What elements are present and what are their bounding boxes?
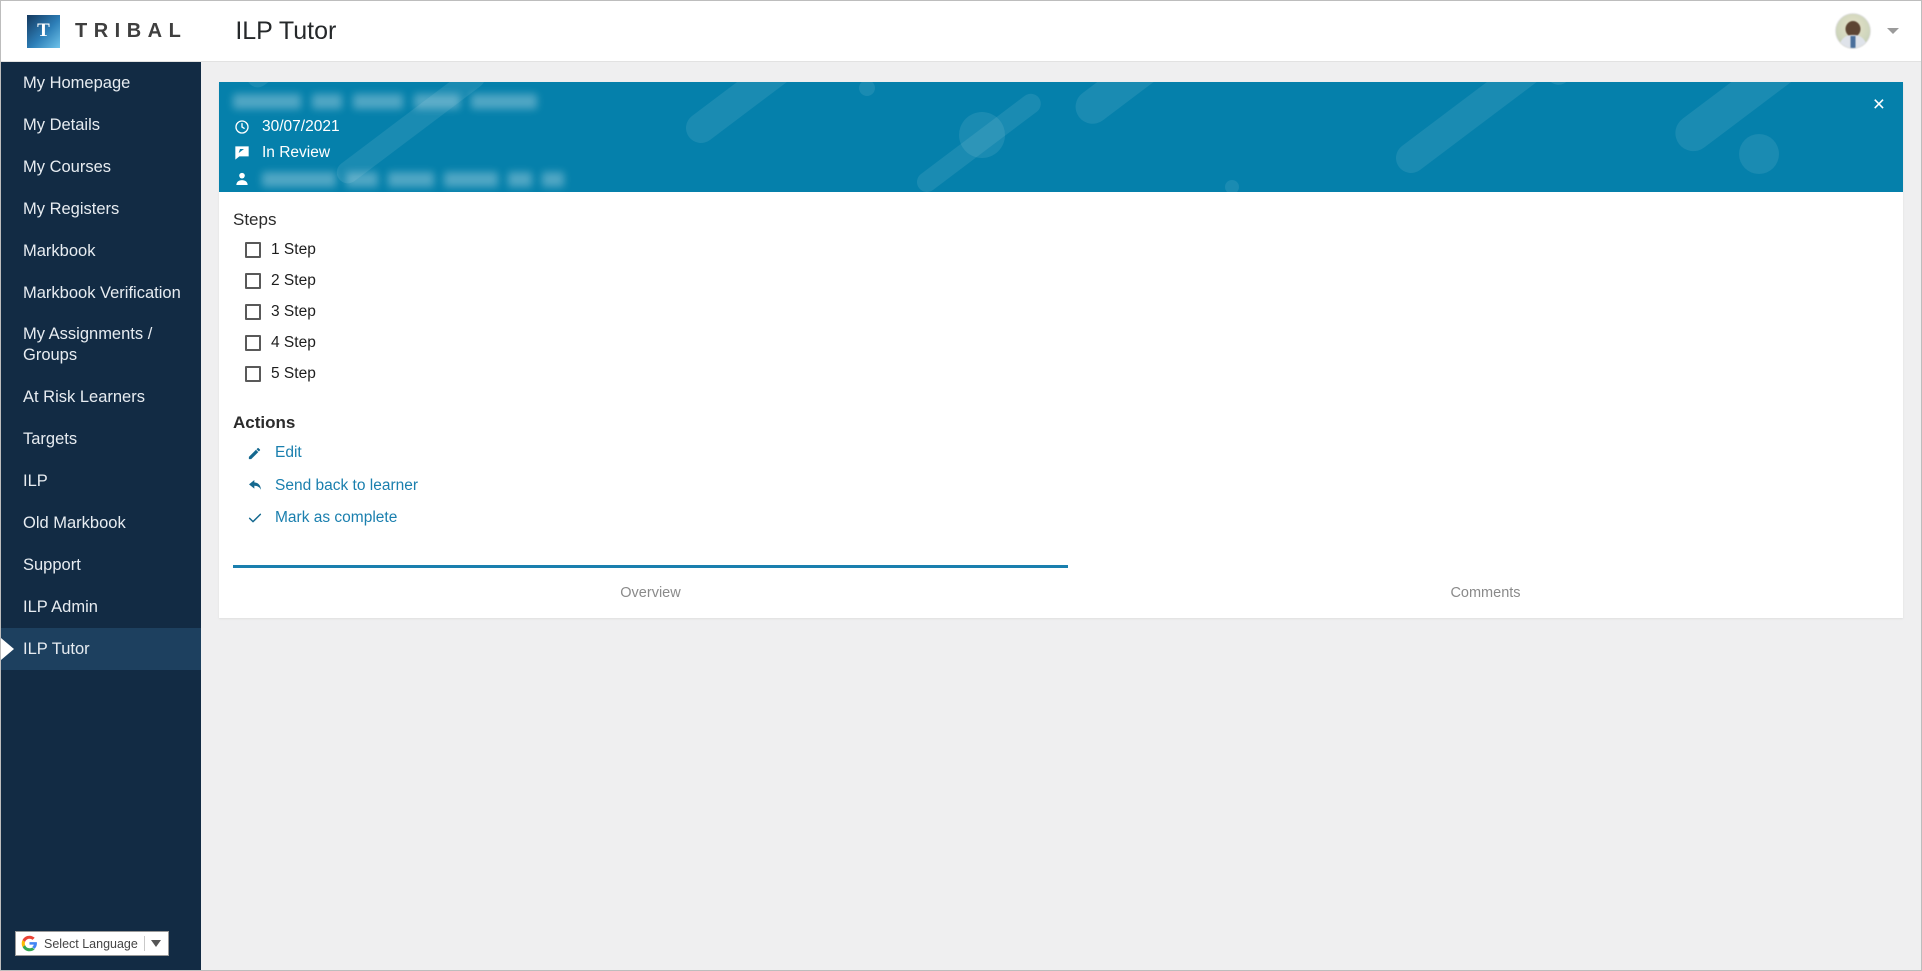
action-send-back-to-learner[interactable]: Send back to learner bbox=[246, 470, 1903, 503]
banner-content: 30/07/2021 In Review bbox=[219, 82, 1903, 189]
banner-title-redacted bbox=[233, 91, 1903, 111]
chevron-down-icon[interactable] bbox=[1887, 28, 1899, 34]
sidebar-item-ilp-admin[interactable]: ILP Admin bbox=[1, 586, 201, 628]
banner-learner-redacted bbox=[262, 171, 564, 187]
sidebar-item-markbook-verification[interactable]: Markbook Verification bbox=[1, 272, 201, 314]
page-title: ILP Tutor bbox=[235, 16, 337, 45]
tab-comments[interactable]: Comments bbox=[1068, 564, 1903, 618]
sidebar-item-label: Markbook bbox=[23, 241, 96, 260]
sidebar-item-my-assignments-groups[interactable]: My Assignments / Groups bbox=[1, 314, 201, 376]
clock-icon bbox=[233, 118, 251, 136]
ilp-banner: × 30/07/2021 In Review bbox=[219, 82, 1903, 192]
sidebar-item-support[interactable]: Support bbox=[1, 544, 201, 586]
step-item[interactable]: 2 Step bbox=[245, 265, 1903, 296]
step-checkbox-4[interactable] bbox=[245, 334, 261, 351]
step-checkbox-2[interactable] bbox=[245, 272, 261, 289]
pencil-icon bbox=[246, 445, 263, 462]
step-checkbox-3[interactable] bbox=[245, 303, 261, 320]
tab-overview[interactable]: Overview bbox=[233, 564, 1068, 618]
chevron-down-icon[interactable] bbox=[150, 940, 161, 947]
step-label[interactable]: 2 Step bbox=[271, 272, 316, 290]
sidebar-item-my-homepage[interactable]: My Homepage bbox=[1, 62, 201, 104]
step-checkbox-1[interactable] bbox=[245, 241, 261, 258]
review-flag-icon bbox=[233, 144, 251, 162]
action-label[interactable]: Mark as complete bbox=[275, 509, 397, 527]
step-item[interactable]: 5 Step bbox=[245, 358, 1903, 389]
sidebar-item-label: My Assignments / Groups bbox=[23, 325, 153, 364]
sidebar-item-label: Old Markbook bbox=[23, 513, 126, 532]
action-edit[interactable]: Edit bbox=[246, 437, 1903, 470]
tab-label: Overview bbox=[620, 584, 681, 601]
sidebar-item-old-markbook[interactable]: Old Markbook bbox=[1, 502, 201, 544]
translate-separator bbox=[143, 936, 145, 951]
action-label[interactable]: Send back to learner bbox=[275, 477, 418, 495]
sidebar-item-label: ILP Tutor bbox=[23, 639, 90, 658]
close-icon[interactable]: × bbox=[1869, 92, 1889, 117]
avatar-tie bbox=[1850, 36, 1856, 48]
step-checkbox-5[interactable] bbox=[245, 365, 261, 382]
step-label[interactable]: 1 Step bbox=[271, 241, 316, 259]
sidebar-item-label: At Risk Learners bbox=[23, 387, 145, 406]
step-item[interactable]: 4 Step bbox=[245, 327, 1903, 358]
top-header-bar: T TRIBAL ILP Tutor bbox=[1, 1, 1921, 62]
application-window: T TRIBAL ILP Tutor My Homepage My Detail… bbox=[0, 0, 1922, 971]
steps-list: 1 Step 2 Step 3 Step 4 Step 5 Step bbox=[233, 234, 1903, 389]
sidebar-item-my-registers[interactable]: My Registers bbox=[1, 188, 201, 230]
banner-date: 30/07/2021 bbox=[262, 118, 340, 135]
card-body: Steps 1 Step 2 Step 3 Step 4 Step 5 Step… bbox=[219, 192, 1903, 618]
main-content-area: × 30/07/2021 In Review Steps 1 Step 2 St… bbox=[201, 62, 1921, 970]
banner-date-row: 30/07/2021 bbox=[233, 117, 1903, 137]
avatar[interactable] bbox=[1835, 13, 1871, 49]
banner-learner-row bbox=[233, 169, 1903, 189]
sidebar-item-my-details[interactable]: My Details bbox=[1, 104, 201, 146]
banner-status: In Review bbox=[262, 144, 331, 161]
step-item[interactable]: 1 Step bbox=[245, 234, 1903, 265]
google-translate-widget[interactable]: Select Language bbox=[15, 931, 169, 956]
actions-list: Edit Send back to learner Mark as comple… bbox=[233, 437, 1903, 535]
sidebar-item-targets[interactable]: Targets bbox=[1, 418, 201, 460]
actions-heading: Actions bbox=[233, 413, 296, 432]
step-item[interactable]: 3 Step bbox=[245, 296, 1903, 327]
tab-bar: Overview Comments bbox=[233, 564, 1903, 618]
sidebar-item-at-risk-learners[interactable]: At Risk Learners bbox=[1, 376, 201, 418]
sidebar-item-label: My Registers bbox=[23, 199, 120, 218]
action-label[interactable]: Edit bbox=[275, 444, 302, 462]
header-right-controls bbox=[1835, 13, 1899, 49]
banner-status-row: In Review bbox=[233, 143, 1903, 163]
brand-name: TRIBAL bbox=[75, 19, 188, 42]
sidebar-item-ilp-tutor[interactable]: ILP Tutor bbox=[1, 628, 201, 670]
sidebar-item-label: Targets bbox=[23, 429, 78, 448]
sidebar-item-ilp[interactable]: ILP bbox=[1, 460, 201, 502]
sidebar-item-label: My Courses bbox=[23, 157, 112, 176]
sidebar-item-label: Markbook Verification bbox=[23, 283, 181, 302]
sidebar-item-label: ILP bbox=[23, 471, 48, 490]
sidebar-item-markbook[interactable]: Markbook bbox=[1, 230, 201, 272]
translate-label: Select Language bbox=[44, 936, 138, 951]
reply-arrow-icon bbox=[246, 477, 263, 494]
step-label[interactable]: 5 Step bbox=[271, 365, 316, 383]
sidebar-item-my-courses[interactable]: My Courses bbox=[1, 146, 201, 188]
step-label[interactable]: 4 Step bbox=[271, 334, 316, 352]
google-logo-icon bbox=[21, 935, 38, 952]
person-icon bbox=[233, 170, 251, 188]
tab-label: Comments bbox=[1450, 584, 1521, 601]
sidebar-item-label: Support bbox=[23, 555, 81, 574]
step-label[interactable]: 3 Step bbox=[271, 303, 316, 321]
tribal-logo-icon: T bbox=[27, 14, 60, 48]
sidebar-item-label: My Homepage bbox=[23, 73, 131, 92]
sidebar-item-label: My Details bbox=[23, 115, 101, 134]
action-mark-as-complete[interactable]: Mark as complete bbox=[246, 502, 1903, 535]
sidebar-navigation: My Homepage My Details My Courses My Reg… bbox=[1, 62, 201, 970]
brand-logo[interactable]: T TRIBAL bbox=[27, 14, 188, 48]
steps-heading: Steps bbox=[233, 210, 277, 229]
ilp-detail-card: × 30/07/2021 In Review Steps 1 Step 2 St… bbox=[219, 82, 1903, 618]
check-icon bbox=[246, 510, 263, 527]
sidebar-item-label: ILP Admin bbox=[23, 597, 98, 616]
